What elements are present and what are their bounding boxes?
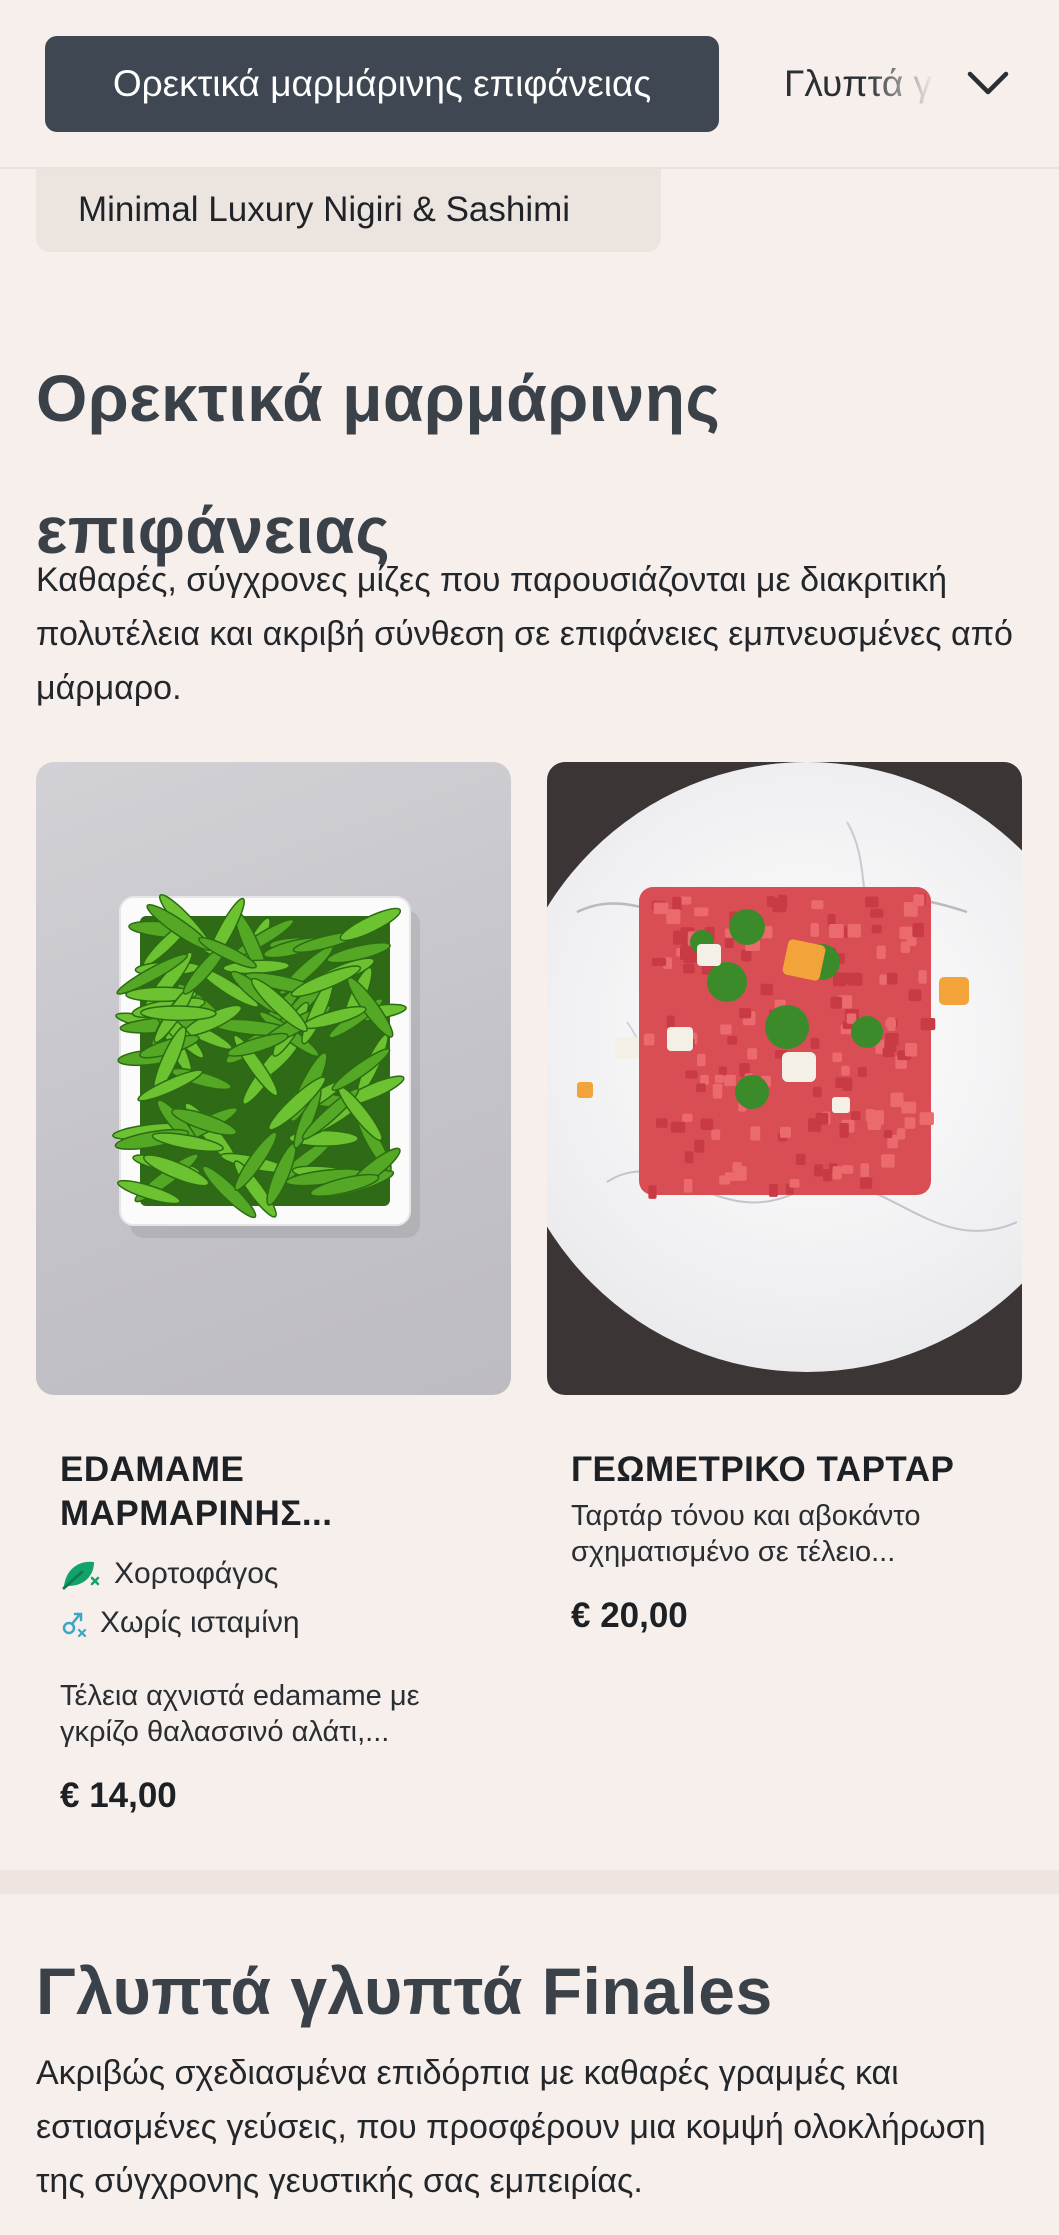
- item-name[interactable]: EDAMAME ΜΑΡΜΑΡΙΝΗΣ...: [60, 1448, 480, 1536]
- item-price: € 14,00: [60, 1776, 177, 1815]
- section-divider: [0, 1870, 1059, 1894]
- item-name[interactable]: ΓΕΩΜΕΤΡΙΚΟ ΤΑΡΤΑΡ: [571, 1448, 1011, 1492]
- leaf-icon: [60, 1556, 102, 1592]
- histamine-free-icon: [60, 1606, 90, 1640]
- tag-label: Χορτοφάγος: [114, 1557, 279, 1590]
- subcategory-chip[interactable]: Minimal Luxury Nigiri & Sashimi: [36, 168, 661, 252]
- item-description: Τέλεια αχνιστά edamame με γκρίζο θαλασσι…: [60, 1680, 420, 1748]
- edamame-image[interactable]: [36, 762, 511, 1395]
- item-description: Ταρτάρ τόνου και αβοκάντο σχηματισμένο σ…: [571, 1500, 921, 1568]
- tartare-image[interactable]: [547, 762, 1022, 1395]
- category-nav: Ορεκτικά μαρμάρινης επιφάνειας Γλυπτά γ: [0, 0, 1059, 169]
- chevron-down-icon[interactable]: [958, 58, 1018, 108]
- section-description: Καθαρές, σύγχρονες μίζες που παρουσιάζον…: [36, 561, 1013, 707]
- item-price: € 20,00: [571, 1596, 688, 1635]
- tag-label: Χωρίς ισταμίνη: [100, 1606, 300, 1639]
- section-title: Γλυπτά γλυπτά Finales: [36, 1954, 773, 2028]
- section-description: Ακριβώς σχεδιασμένα επιδόρπια με καθαρές…: [36, 2054, 986, 2200]
- tab-sculpted-finales[interactable]: Γλυπτά γ: [784, 36, 934, 132]
- tag-vegetarian: Χορτοφάγος: [60, 1556, 278, 1592]
- tab-marble-appetizers[interactable]: Ορεκτικά μαρμάρινης επιφάνειας: [45, 36, 719, 132]
- tag-histamine-free: Χωρίς ισταμίνη: [60, 1606, 300, 1640]
